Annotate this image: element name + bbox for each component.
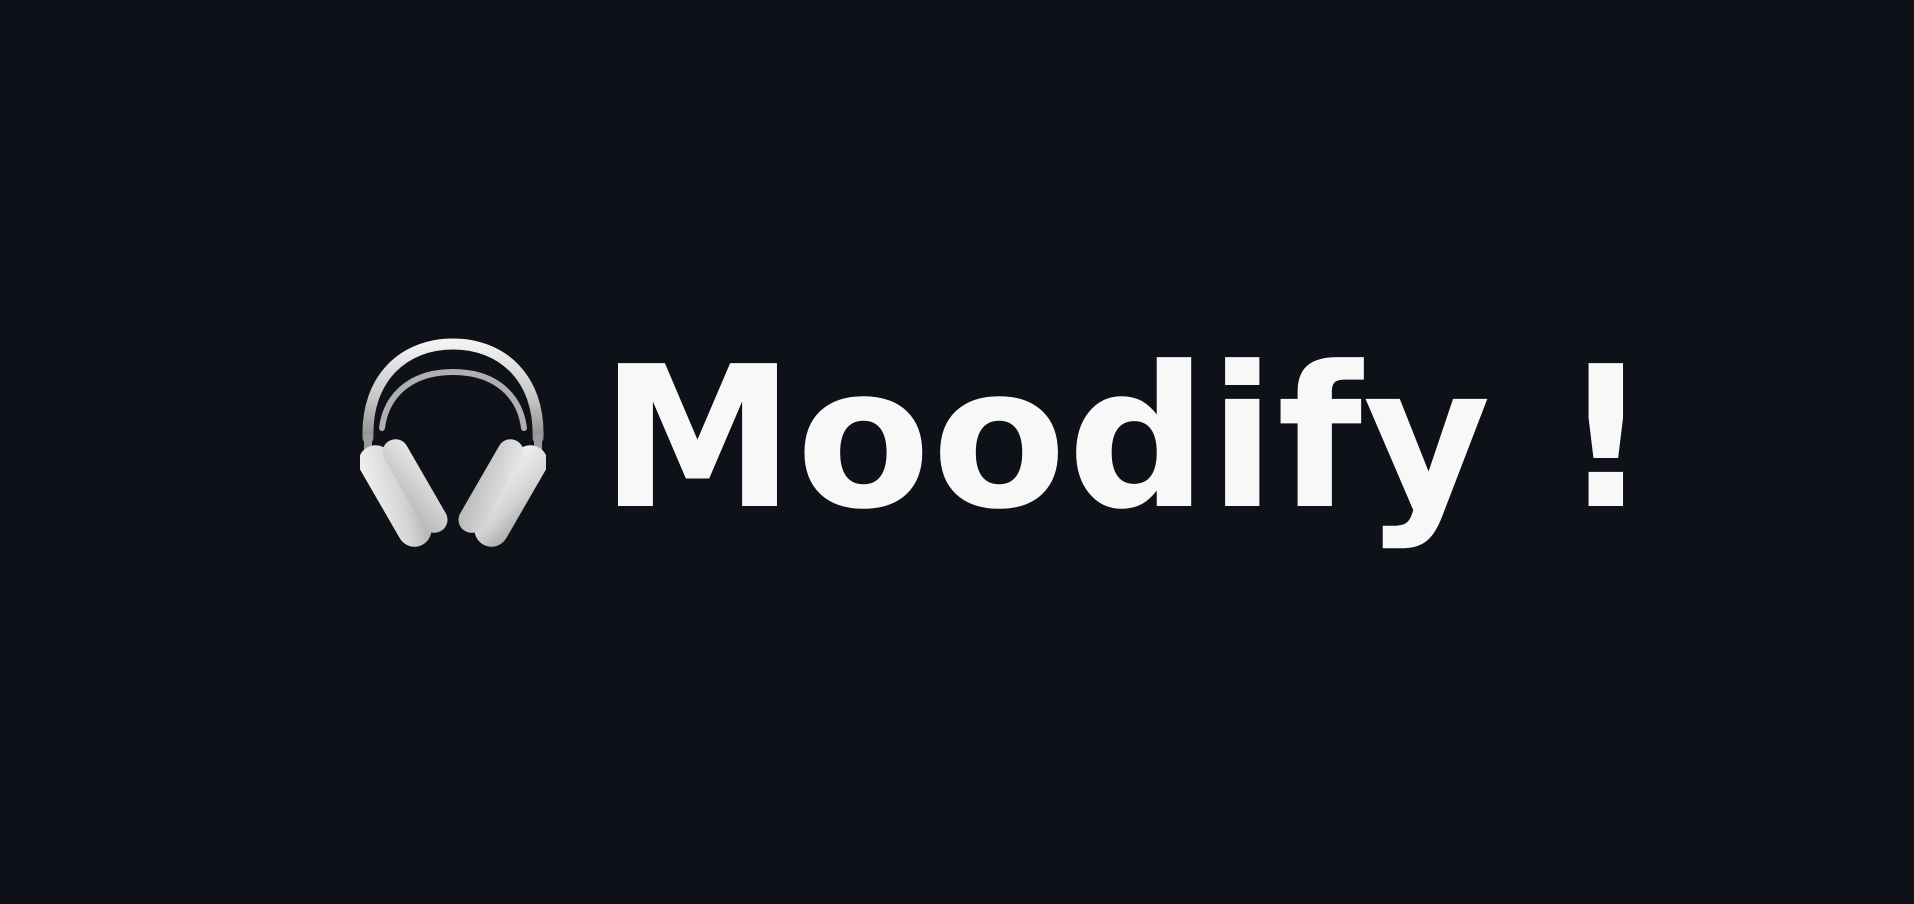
app-hero: Moodify ! xyxy=(360,328,1652,558)
splash-screen: Moodify ! xyxy=(0,0,1914,904)
app-title: Moodify ! xyxy=(600,325,1652,553)
headphones-icon xyxy=(360,338,546,547)
